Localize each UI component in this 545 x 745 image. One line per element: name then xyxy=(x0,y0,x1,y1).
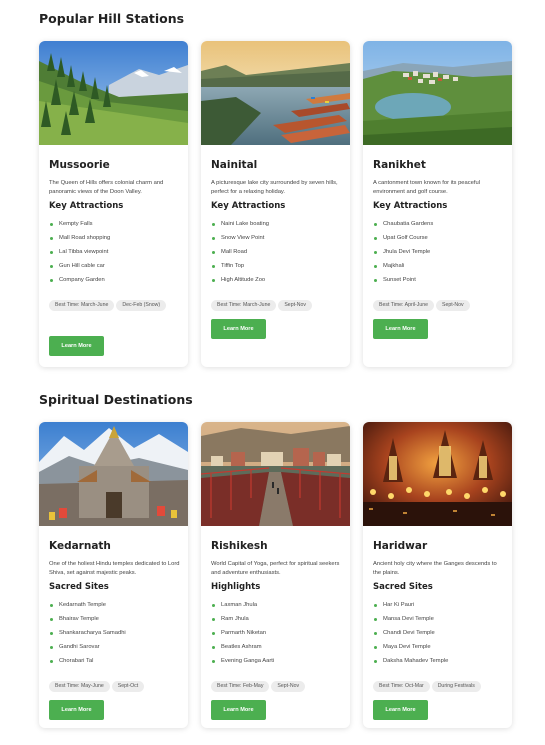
ganga-aarti-photo xyxy=(363,422,512,526)
best-time-tag: Best Time: April-June xyxy=(373,300,435,311)
mountain-temple-photo xyxy=(39,422,188,526)
destination-card-mussoorie: Mussoorie The Queen of Hills offers colo… xyxy=(39,41,188,367)
list-item: Bhairav Temple xyxy=(49,612,126,626)
hill-town-photo xyxy=(363,41,512,145)
attractions-list: Naini Lake boating Snow View Point Mall … xyxy=(211,217,269,287)
destination-name: Kedarnath xyxy=(49,540,111,552)
suspension-bridge-photo xyxy=(201,422,350,526)
destination-card-kedarnath: Kedarnath One of the holiest Hindu templ… xyxy=(39,422,188,728)
lake-boats-photo xyxy=(201,41,350,145)
destination-name: Ranikhet xyxy=(373,159,426,171)
season-tag: Dec-Feb (Snow) xyxy=(116,300,167,311)
destination-description: World Capital of Yoga, perfect for spiri… xyxy=(211,561,340,576)
list-item: Laxman Jhula xyxy=(211,598,274,612)
learn-more-button[interactable]: Learn More xyxy=(49,700,104,720)
list-item: Mall Road shopping xyxy=(49,231,110,245)
tag-group: Best Time: March-June Dec-Feb (Snow) xyxy=(49,293,184,316)
best-time-tag: Best Time: March-June xyxy=(49,300,115,311)
sites-list: Har Ki Pauri Mansa Devi Temple Chandi De… xyxy=(373,598,448,668)
destination-description: A cantonment town known for its peaceful… xyxy=(373,180,480,195)
list-item: Parmarth Niketan xyxy=(211,626,274,640)
list-item: Mall Road xyxy=(211,245,269,259)
destination-card-ranikhet: Ranikhet A cantonment town known for its… xyxy=(363,41,512,367)
list-item: High Altitude Zoo xyxy=(211,273,269,287)
destination-card-haridwar: Haridwar Ancient holy city where the Gan… xyxy=(363,422,512,728)
list-item: Ram Jhula xyxy=(211,612,274,626)
list-item: Majkhali xyxy=(373,259,433,273)
list-item: Beatles Ashram xyxy=(211,640,274,654)
learn-more-button[interactable]: Learn More xyxy=(211,319,266,339)
sites-heading: Sacred Sites xyxy=(373,582,433,592)
attractions-list: Chaubatia Gardens Upat Golf Course Jhula… xyxy=(373,217,433,287)
destination-card-rishikesh: Rishikesh World Capital of Yoga, perfect… xyxy=(201,422,350,728)
list-item: Gun Hill cable car xyxy=(49,259,110,273)
destination-name: Mussoorie xyxy=(49,159,110,171)
list-item: Upat Golf Course xyxy=(373,231,433,245)
season-tag: Sept-Nov xyxy=(271,681,306,692)
season-tag: Sept-Oct xyxy=(111,681,145,692)
destination-name: Haridwar xyxy=(373,540,428,552)
list-item: Company Garden xyxy=(49,273,110,287)
destination-description: One of the holiest Hindu temples dedicat… xyxy=(49,561,180,576)
tag-group: Best Time: April-June Sept-Nov xyxy=(373,293,508,316)
attractions-heading: Key Attractions xyxy=(373,201,448,211)
list-item: Chaubatia Gardens xyxy=(373,217,433,231)
destination-card-nainital: Nainital A picturesque lake city surroun… xyxy=(201,41,350,367)
list-item: Gandhi Sarovar xyxy=(49,640,126,654)
sites-heading: Sacred Sites xyxy=(49,582,109,592)
list-item: Evening Ganga Aarti xyxy=(211,654,274,668)
list-item: Tiffin Top xyxy=(211,259,269,273)
list-item: Maya Devi Temple xyxy=(373,640,448,654)
best-time-tag: Best Time: May-June xyxy=(49,681,110,692)
learn-more-button[interactable]: Learn More xyxy=(373,319,428,339)
list-item: Shankaracharya Samadhi xyxy=(49,626,126,640)
tag-group: Best Time: Oct-Mar During Festivals xyxy=(373,674,508,697)
list-item: Chorabari Tal xyxy=(49,654,126,668)
destination-name: Rishikesh xyxy=(211,540,268,552)
mountain-valley-photo xyxy=(39,41,188,145)
list-item: Lal Tibba viewpoint xyxy=(49,245,110,259)
season-tag: Sept-Nov xyxy=(278,300,312,311)
list-item: Jhula Devi Temple xyxy=(373,245,433,259)
section-title-spiritual: Spiritual Destinations xyxy=(39,392,193,407)
learn-more-button[interactable]: Learn More xyxy=(373,700,428,720)
destination-description: The Queen of Hills offers colonial charm… xyxy=(49,180,164,195)
tag-group: Best Time: Feb-May Sept-Nov xyxy=(211,674,346,697)
list-item: Daksha Mahadev Temple xyxy=(373,654,448,668)
tag-group: Best Time: May-June Sept-Oct xyxy=(49,674,184,697)
destination-description: Ancient holy city where the Ganges desce… xyxy=(373,561,497,576)
list-item: Snow View Point xyxy=(211,231,269,245)
list-item: Kempty Falls xyxy=(49,217,110,231)
attractions-list: Kempty Falls Mall Road shopping Lal Tibb… xyxy=(49,217,110,287)
sites-list: Kedarnath Temple Bhairav Temple Shankara… xyxy=(49,598,126,668)
attractions-heading: Key Attractions xyxy=(211,201,286,211)
section-title-hill-stations: Popular Hill Stations xyxy=(39,11,185,26)
learn-more-button[interactable]: Learn More xyxy=(211,700,266,720)
best-time-tag: Best Time: March-June xyxy=(211,300,277,311)
list-item: Chandi Devi Temple xyxy=(373,626,448,640)
attractions-heading: Key Attractions xyxy=(49,201,124,211)
best-time-tag: Best Time: Feb-May xyxy=(211,681,270,692)
best-time-tag: Best Time: Oct-Mar xyxy=(373,681,430,692)
season-tag: During Festivals xyxy=(431,681,481,692)
list-item: Mansa Devi Temple xyxy=(373,612,448,626)
list-item: Kedarnath Temple xyxy=(49,598,126,612)
tag-group: Best Time: March-June Sept-Nov xyxy=(211,293,346,316)
learn-more-button[interactable]: Learn More xyxy=(49,336,104,356)
list-item: Naini Lake boating xyxy=(211,217,269,231)
list-item: Har Ki Pauri xyxy=(373,598,448,612)
season-tag: Sept-Nov xyxy=(436,300,470,311)
highlights-list: Laxman Jhula Ram Jhula Parmarth Niketan … xyxy=(211,598,274,668)
highlights-heading: Highlights xyxy=(211,582,261,592)
destination-description: A picturesque lake city surrounded by se… xyxy=(211,180,338,195)
destination-name: Nainital xyxy=(211,159,258,171)
list-item: Sunset Point xyxy=(373,273,433,287)
